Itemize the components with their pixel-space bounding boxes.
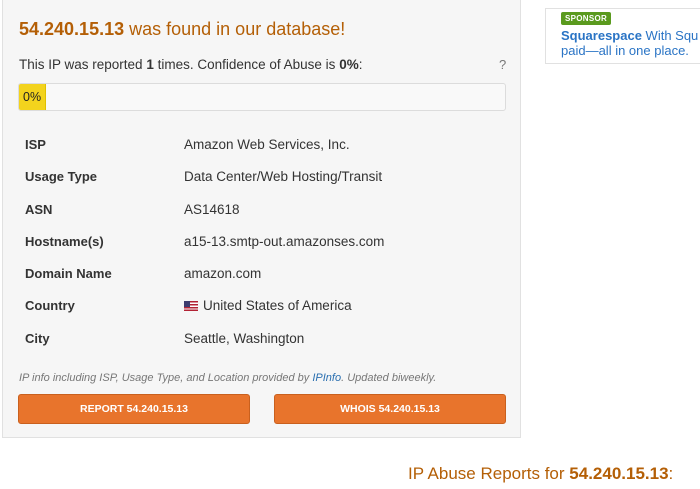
report-count: 1 bbox=[146, 57, 154, 72]
page-title: 54.240.15.13 was found in our database! bbox=[19, 19, 345, 40]
detail-row-usage-type: Usage Type Data Center/Web Hosting/Trans… bbox=[25, 160, 505, 192]
detail-key: City bbox=[25, 330, 50, 346]
detail-value: AS14618 bbox=[184, 201, 240, 217]
sponsor-line1: With Squ bbox=[641, 28, 699, 43]
title-suffix: was found in our database! bbox=[124, 19, 346, 39]
sponsor-brand: Squarespace bbox=[561, 28, 642, 43]
detail-value: Seattle, Washington bbox=[184, 330, 305, 346]
detail-row-hostname: Hostname(s) a15-13.smtp-out.amazonses.co… bbox=[25, 225, 505, 257]
report-ip-button[interactable]: REPORT 54.240.15.13 bbox=[18, 394, 250, 424]
detail-value: Amazon Web Services, Inc. bbox=[184, 137, 350, 152]
summary-suffix: : bbox=[358, 57, 363, 72]
confidence-value: 0% bbox=[339, 57, 359, 72]
confidence-progress-label: 0% bbox=[23, 90, 42, 104]
country-name: United States of America bbox=[203, 298, 352, 314]
detail-key: Hostname(s) bbox=[25, 233, 104, 249]
detail-key: Usage Type bbox=[25, 169, 98, 185]
reports-heading-suffix: : bbox=[668, 464, 674, 483]
title-ip: 54.240.15.13 bbox=[19, 19, 125, 39]
reports-heading: IP Abuse Reports for 54.240.15.13: bbox=[408, 464, 673, 484]
detail-value: a15-13.smtp-out.amazonses.com bbox=[184, 233, 385, 249]
detail-key: Country bbox=[25, 298, 75, 314]
sponsor-badge: SPONSOR bbox=[561, 12, 612, 25]
detail-value: amazon.com bbox=[184, 266, 262, 282]
detail-value-country: United States of America bbox=[184, 298, 352, 313]
whois-ip-button[interactable]: WHOIS 54.240.15.13 bbox=[274, 394, 506, 424]
detail-row-isp: ISP Amazon Web Services, Inc. bbox=[25, 128, 505, 160]
ip-result-card: 54.240.15.13 was found in our database! … bbox=[2, 0, 521, 438]
detail-row-city: City Seattle, Washington bbox=[25, 322, 505, 354]
confidence-progress-bar: 0% bbox=[18, 83, 506, 111]
summary-middle: times. Confidence of Abuse is bbox=[153, 57, 340, 72]
report-summary: This IP was reported 1 times. Confidence… bbox=[19, 57, 362, 72]
help-link[interactable]: ? bbox=[499, 57, 506, 72]
detail-row-domain: Domain Name amazon.com bbox=[25, 257, 505, 289]
detail-row-asn: ASN AS14618 bbox=[25, 193, 505, 225]
ip-details-table: ISP Amazon Web Services, Inc. Usage Type… bbox=[25, 128, 505, 354]
credit-prefix: IP info including ISP, Usage Type, and L… bbox=[19, 372, 313, 384]
sponsor-text[interactable]: Squarespace With Squ paid—all in one plac… bbox=[561, 28, 700, 58]
detail-row-country: Country United States of America bbox=[25, 289, 505, 321]
detail-key: ASN bbox=[25, 201, 53, 217]
reports-heading-ip: 54.240.15.13 bbox=[569, 464, 669, 483]
us-flag-icon bbox=[184, 301, 198, 312]
detail-key: Domain Name bbox=[25, 266, 112, 282]
sponsor-ad[interactable]: SPONSOR Squarespace With Squ paid—all in … bbox=[545, 8, 700, 64]
reports-heading-prefix: IP Abuse Reports for bbox=[408, 464, 570, 483]
detail-value: Data Center/Web Hosting/Transit bbox=[184, 169, 383, 185]
sponsor-line2: paid—all in one place. bbox=[561, 43, 689, 58]
ipinfo-link[interactable]: IPInfo bbox=[312, 372, 341, 384]
detail-key: ISP bbox=[25, 137, 46, 152]
summary-prefix: This IP was reported bbox=[19, 57, 147, 72]
credit-suffix: . Updated biweekly. bbox=[341, 372, 437, 384]
data-credit: IP info including ISP, Usage Type, and L… bbox=[19, 372, 436, 384]
